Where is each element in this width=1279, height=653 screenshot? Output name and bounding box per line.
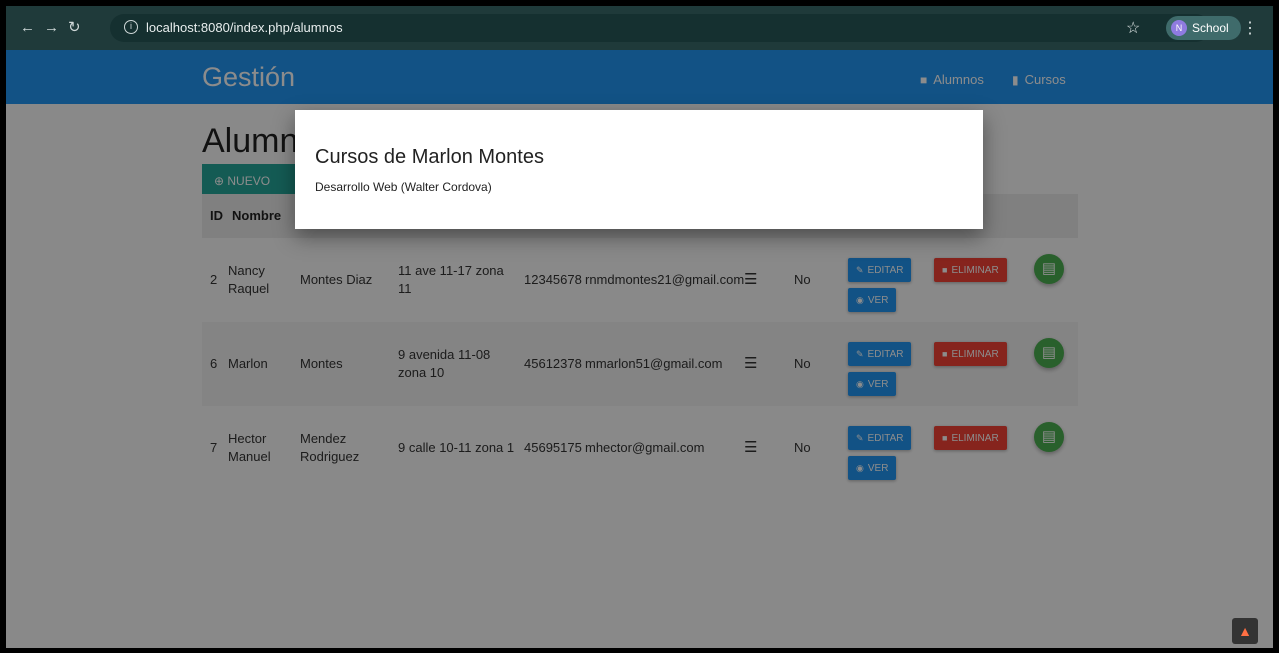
back-arrow-icon[interactable]: ←	[20, 20, 35, 35]
modal-course-item: Desarrollo Web (Walter Cordova)	[315, 180, 492, 194]
courses-modal: Cursos de Marlon Montes Desarrollo Web (…	[295, 110, 983, 229]
profile-label: School	[1192, 21, 1229, 35]
browser-menu-icon[interactable]: ⋮	[1242, 18, 1258, 38]
browser-toolbar: ← → ↻ i localhost:8080/index.php/alumnos…	[6, 6, 1273, 50]
modal-title: Cursos de Marlon Montes	[315, 146, 544, 168]
site-info-icon[interactable]: i	[124, 20, 138, 34]
url-text[interactable]: localhost:8080/index.php/alumnos	[146, 20, 343, 35]
reload-icon[interactable]: ↻	[68, 20, 81, 35]
flame-icon[interactable]: ▲	[1232, 618, 1258, 644]
forward-arrow-icon[interactable]: →	[44, 20, 59, 35]
browser-window: ← → ↻ i localhost:8080/index.php/alumnos…	[6, 6, 1273, 648]
profile-avatar: N	[1171, 20, 1187, 36]
profile-button[interactable]: N School	[1166, 16, 1241, 40]
bookmark-star-icon[interactable]: ☆	[1126, 18, 1140, 38]
